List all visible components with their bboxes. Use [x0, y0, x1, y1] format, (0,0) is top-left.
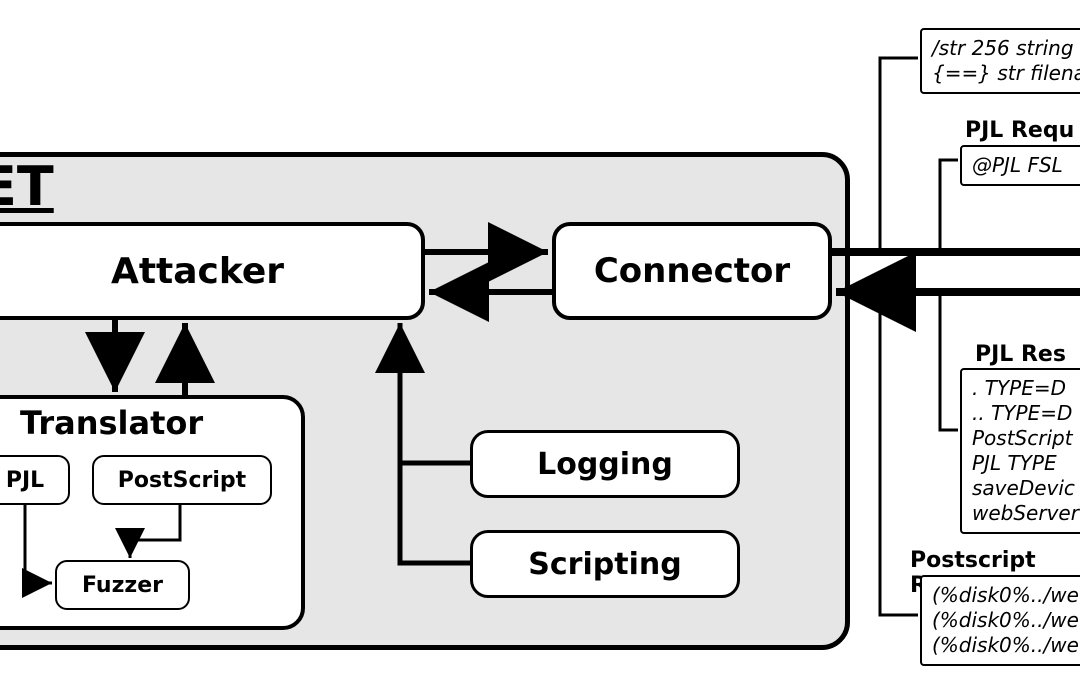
fuzzer-node: Fuzzer [55, 560, 190, 610]
attacker-node: Attacker [0, 222, 425, 320]
pjl-request-label: PJL Requ [965, 118, 1074, 143]
scripting-node: Scripting [470, 530, 740, 598]
pjl-response-box: . TYPE=D .. TYPE=D PostScript PJL TYPE s… [960, 368, 1080, 534]
ps-response-box: (%disk0%../we (%disk0%../we (%disk0%../w… [920, 575, 1080, 666]
connector-node: Connector [552, 222, 832, 320]
pjl-request-box: @PJL FSL [960, 145, 1080, 186]
pjl-node: PJL [0, 455, 70, 505]
logging-node: Logging [470, 430, 740, 498]
pjl-response-label: PJL Res [975, 342, 1066, 367]
diagram-canvas: ET Attacker Connector Logging Scripting … [0, 0, 1080, 675]
translator-title: Translator [20, 404, 203, 442]
ps-request-box: /str 256 string {==} str filenan [920, 28, 1080, 94]
postscript-node: PostScript [92, 455, 272, 505]
panel-title: ET [0, 155, 54, 218]
